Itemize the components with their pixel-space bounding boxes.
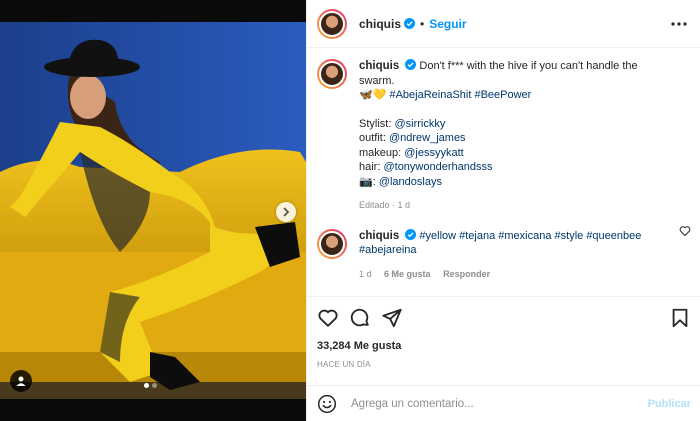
verified-badge-icon (404, 18, 416, 29)
comments-section: chiquis Don't f*** with the hive if you … (307, 49, 700, 295)
verified-badge-icon (405, 59, 417, 70)
caption-edited: Editado · 1 d (359, 200, 411, 210)
author-username[interactable]: chiquis (359, 17, 401, 31)
credit-line: outfit: @ndrew_james (359, 132, 466, 144)
comment-like-heart-icon[interactable] (679, 225, 691, 237)
instagram-post-modal: chiquis • Seguir chiquis Don't f*** with… (0, 0, 700, 421)
reply-meta: 1 d 6 Me gusta Responder (359, 267, 659, 282)
credit-line: 📷: @landoslays (359, 175, 442, 188)
post-side-panel: chiquis • Seguir chiquis Don't f*** with… (306, 0, 700, 421)
reply-likes[interactable]: 6 Me gusta (384, 269, 431, 279)
post-actions (307, 296, 700, 336)
credit-line: makeup: @jessyykatt (359, 146, 464, 159)
credit-handle[interactable]: @sirrickky (394, 118, 445, 130)
emoji-icon[interactable] (317, 394, 337, 414)
carousel-indicator (144, 383, 157, 388)
send-icon[interactable] (381, 307, 403, 329)
reply-username[interactable]: chiquis (359, 230, 399, 242)
carousel-dot (152, 383, 157, 388)
post-media (0, 0, 306, 421)
comment-input[interactable] (351, 397, 648, 410)
credit-line: hair: @tonywonderhandsss (359, 161, 493, 173)
reply-hashtags[interactable]: #yellow #tejana #mexicana #style #queenb… (419, 230, 641, 242)
post-photo (0, 22, 306, 399)
avatar[interactable] (317, 228, 347, 259)
comment-icon[interactable] (349, 307, 371, 329)
bookmark-icon[interactable] (669, 307, 691, 329)
reply-comment: chiquis #yellow #tejana #mexicana #style… (317, 228, 689, 282)
more-options-button[interactable] (669, 14, 689, 34)
caption-text: chiquis Don't f*** with the hive if you … (359, 59, 659, 213)
more-options-icon (671, 22, 687, 26)
chevron-right-icon (283, 207, 290, 217)
avatar[interactable] (317, 59, 347, 89)
credit-handle[interactable]: @tonywonderhandsss (383, 161, 492, 173)
likes-count[interactable]: 33,284 Me gusta (317, 340, 401, 352)
separator-dot: • (420, 16, 425, 31)
caption-comment: chiquis Don't f*** with the hive if you … (317, 59, 689, 213)
photo-artwork (0, 22, 306, 399)
reply-hashtags[interactable]: #abejareina (359, 244, 417, 256)
reply-age: 1 d (359, 268, 372, 279)
reply-text: chiquis #yellow #tejana #mexicana #style… (359, 228, 659, 282)
credit-line: Stylist: @sirrickky (359, 117, 446, 130)
user-tag-icon (16, 376, 26, 386)
caption-username[interactable]: chiquis (359, 60, 399, 72)
caption-line: Don't f*** with the hive if you can't ha… (359, 60, 638, 87)
credit-handle[interactable]: @landoslays (379, 176, 442, 188)
carousel-dot-active (144, 383, 149, 388)
carousel-next-button[interactable] (276, 202, 296, 222)
post-header: chiquis • Seguir (307, 0, 700, 48)
caption-hashtags[interactable]: #AbejaReinaShit #BeePower (389, 89, 531, 101)
caption-emojis: 🦋💛 (359, 89, 387, 101)
publish-button[interactable]: Publicar (648, 398, 691, 410)
reply-button[interactable]: Responder (443, 269, 490, 279)
verified-badge-icon (405, 228, 417, 240)
credit-handle[interactable]: @ndrew_james (389, 132, 466, 144)
avatar[interactable] (317, 8, 347, 39)
credit-handle[interactable]: @jessyykatt (404, 147, 463, 159)
post-timestamp: HACE UN DÍA (317, 360, 371, 369)
heart-icon[interactable] (317, 307, 339, 329)
add-comment-bar: Publicar (307, 385, 700, 421)
follow-button[interactable]: Seguir (429, 17, 466, 31)
user-tags-button[interactable] (10, 370, 32, 392)
